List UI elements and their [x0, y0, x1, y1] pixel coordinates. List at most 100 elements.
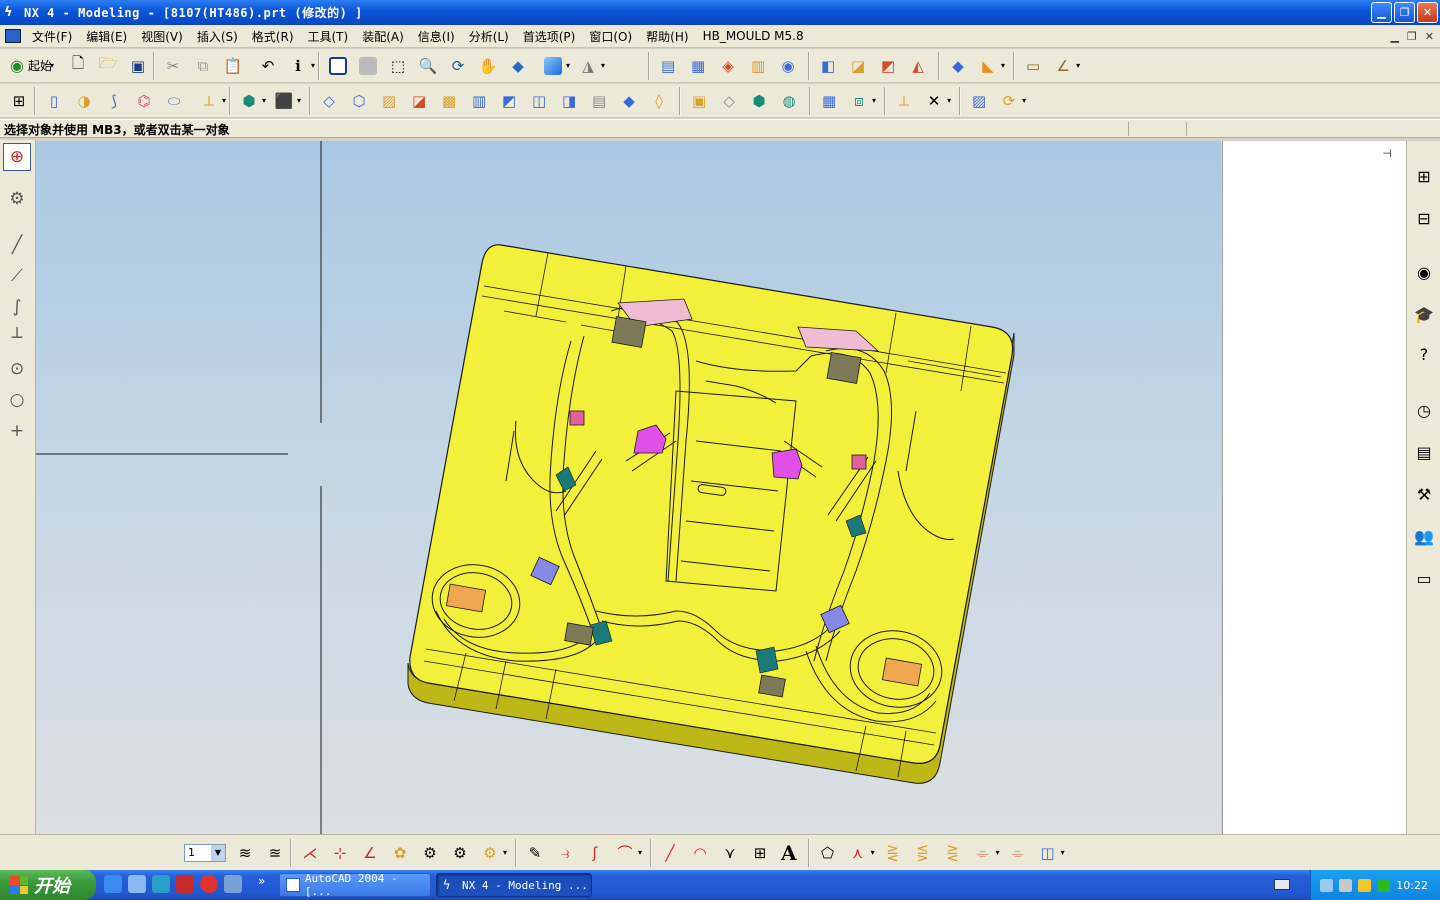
invert-show-icon[interactable]: ⚙ [477, 840, 503, 866]
layer-settings-icon[interactable]: ≋ [232, 840, 258, 866]
roles-icon[interactable]: 👥 [1411, 523, 1437, 549]
trim-curve-icon[interactable]: ⥽ [552, 840, 578, 866]
menu-assemblies[interactable]: 装配(A) [355, 28, 411, 45]
sweep-icon[interactable]: ⟆ [101, 88, 127, 114]
spline-icon[interactable]: ∫ [3, 293, 31, 321]
work-layer-select[interactable]: 1 ▼ [184, 843, 226, 862]
taskbar-item-autocad[interactable]: AutoCAD 2004 - [... [279, 872, 431, 898]
wcs-icon[interactable]: ⟂ [891, 88, 917, 114]
menu-tools[interactable]: 工具(T) [301, 28, 356, 45]
extract-icon[interactable]: ◆ [616, 88, 642, 114]
cut-icon[interactable]: ✂ [160, 53, 186, 79]
mirror-icon[interactable]: ⧈ [846, 88, 872, 114]
perpendicular-icon[interactable]: ┴ [3, 324, 31, 352]
rectangle-icon[interactable]: ⊞ [747, 840, 773, 866]
revolve-icon[interactable]: ◑ [71, 88, 97, 114]
project-curve-icon[interactable]: ⋛ [940, 840, 966, 866]
divide-curve-icon[interactable]: ʃ [582, 840, 608, 866]
new-file-icon[interactable]: 🗋 [65, 53, 91, 79]
move-to-layer-icon[interactable]: ≊ [262, 840, 288, 866]
taskbar-item-nx[interactable]: ϟ NX 4 - Modeling ... [436, 873, 592, 897]
security-icon[interactable] [224, 875, 242, 893]
pattern-icon[interactable]: ⊹ [327, 840, 353, 866]
reposition-icon[interactable]: ⟳ [996, 88, 1022, 114]
line-segment-icon[interactable]: ⟋ [3, 262, 31, 290]
assembly-navigator-icon[interactable]: ⊞ [1411, 163, 1437, 189]
offset-surface-icon[interactable]: ◪ [845, 53, 871, 79]
resource-panel[interactable]: ⊣ [1222, 141, 1406, 834]
quick-launch-chevron[interactable]: » [258, 874, 265, 888]
point-constructor-icon[interactable]: ✕ [921, 88, 947, 114]
volume-icon[interactable] [1339, 878, 1353, 892]
copy-icon[interactable]: ⧉ [190, 53, 216, 79]
color-palette-icon[interactable]: ✿ [387, 840, 413, 866]
cylinder-icon[interactable]: ⬭ [161, 88, 187, 114]
desktop-icon[interactable] [128, 875, 146, 893]
delete-face-icon[interactable]: ◇ [716, 88, 742, 114]
rotate-icon[interactable]: ⟳ [445, 53, 471, 79]
history-icon[interactable]: ◷ [1411, 397, 1437, 423]
menu-file[interactable]: 文件(F) [25, 28, 79, 45]
zoom-box-icon[interactable]: ⬚ [385, 53, 411, 79]
trimmed-sheet-icon[interactable]: ◩ [875, 53, 901, 79]
pin-icon[interactable]: ⊣ [1382, 147, 1392, 160]
internet-explorer-icon[interactable] [104, 875, 122, 893]
open-folder-icon[interactable]: 🗁 [95, 53, 121, 79]
app-red-icon[interactable] [176, 875, 194, 893]
replace-face-icon[interactable]: ◨ [556, 88, 582, 114]
fit-icon[interactable] [325, 53, 351, 79]
maximize-button[interactable]: ❐ [1394, 2, 1415, 23]
graphics-window[interactable] [36, 141, 1221, 834]
spline-point-icon[interactable]: ⋏ [845, 840, 871, 866]
sew-icon[interactable]: ◭ [905, 53, 931, 79]
reuse-library-icon[interactable]: ▤ [1411, 439, 1437, 465]
part-navigator-icon[interactable]: ⊞ [6, 88, 32, 114]
point-icon[interactable]: + [3, 417, 31, 445]
scale-body-icon[interactable]: ◫ [526, 88, 552, 114]
swept-icon[interactable]: ◈ [715, 53, 741, 79]
save-icon[interactable]: ▣ [125, 53, 151, 79]
minimize-button[interactable]: ▁ [1371, 2, 1392, 23]
line-icon[interactable]: ╱ [3, 231, 31, 259]
training-icon[interactable]: 🎓 [1411, 301, 1437, 327]
split-body-icon[interactable]: ▥ [466, 88, 492, 114]
shield-icon[interactable] [1358, 878, 1372, 892]
menu-help[interactable]: 帮助(H) [639, 28, 695, 45]
curve-length-icon[interactable]: ⌒ [612, 840, 638, 866]
web-browser-icon[interactable]: ◉ [1411, 259, 1437, 285]
move-face-icon[interactable]: ▣ [686, 88, 712, 114]
circle-center-icon[interactable]: ⊙ [3, 355, 31, 383]
add-component-icon[interactable]: ▨ [966, 88, 992, 114]
undo-icon[interactable]: ↶ [255, 53, 281, 79]
browser-icon[interactable] [152, 875, 170, 893]
through-curves-icon[interactable]: ▤ [655, 53, 681, 79]
opera-icon[interactable] [200, 875, 218, 893]
menu-format[interactable]: 格式(R) [245, 28, 301, 45]
datum-plane-icon[interactable]: ⟂ [196, 88, 222, 114]
doc-close-icon[interactable]: ✕ [1425, 30, 1434, 43]
select-icon[interactable]: ⊕ [3, 143, 31, 171]
menu-window[interactable]: 窗口(O) [582, 28, 639, 45]
through-mesh-icon[interactable]: ▦ [685, 53, 711, 79]
offset-curve-icon[interactable]: ⋛ [880, 840, 906, 866]
ruled-icon[interactable]: ▥ [745, 53, 771, 79]
bridge-curve-icon[interactable]: ⋚ [910, 840, 936, 866]
trim-body-icon[interactable]: ▩ [436, 88, 462, 114]
measure-distance-icon[interactable]: ▭ [1020, 53, 1046, 79]
menu-view[interactable]: 视图(V) [134, 28, 190, 45]
filter-icon[interactable]: ⋌ [297, 840, 323, 866]
thicken-icon[interactable]: ◆ [945, 53, 971, 79]
menu-preferences[interactable]: 首选项(P) [516, 28, 583, 45]
block-icon[interactable]: ⬛ [271, 88, 297, 114]
extrude-icon[interactable]: ▯ [41, 88, 67, 114]
blend-icon[interactable]: ◣ [975, 53, 1001, 79]
start-menu-button[interactable]: 开始 [0, 870, 96, 900]
render-style-icon[interactable]: ◮ [575, 53, 601, 79]
keyboard-icon[interactable] [1274, 879, 1290, 890]
start-button[interactable]: ◉ 起始 ▾ [6, 53, 61, 79]
chamfer-icon[interactable]: ⬡ [346, 88, 372, 114]
angle-icon[interactable]: ∠ [357, 840, 383, 866]
patch-icon[interactable]: ▤ [586, 88, 612, 114]
sew-body-icon[interactable]: ◊ [646, 88, 672, 114]
extract-curve-icon[interactable]: ◫ [1035, 840, 1061, 866]
